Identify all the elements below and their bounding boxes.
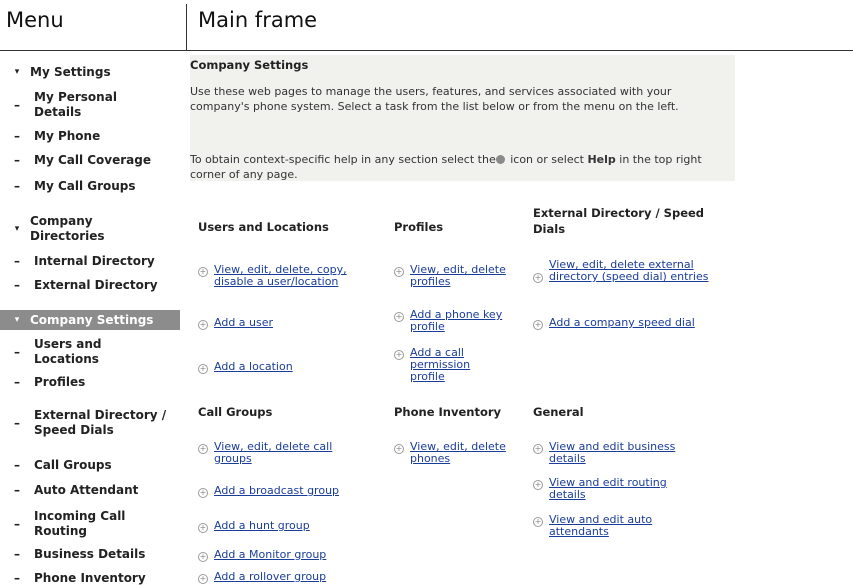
- dash-icon: –: [14, 483, 20, 497]
- menu-item-phone-inventory[interactable]: – Phone Inventory: [0, 570, 180, 586]
- section-title-phone-inventory: Phone Inventory: [394, 405, 502, 419]
- link-add-user[interactable]: + Add a user: [198, 317, 373, 330]
- dash-icon: –: [14, 375, 20, 389]
- link-view-edit-business-details[interactable]: + View and edit business details: [533, 441, 728, 465]
- menu-item-my-call-coverage[interactable]: – My Call Coverage: [0, 152, 180, 168]
- header-divider: [186, 4, 187, 50]
- link-add-rollover-group[interactable]: + Add a rollover group: [198, 571, 373, 584]
- link-view-edit-external-directory[interactable]: + View, edit, delete external directory (…: [533, 259, 728, 283]
- menu-item-internal-directory[interactable]: – Internal Directory: [0, 253, 180, 269]
- dash-icon: –: [14, 547, 20, 561]
- menu-item-company-settings[interactable]: ▾ Company Settings: [0, 310, 180, 330]
- link-view-edit-profiles[interactable]: + View, edit, delete profiles: [394, 264, 529, 288]
- link-add-monitor-group[interactable]: + Add a Monitor group: [198, 549, 373, 562]
- link-add-call-permission-profile[interactable]: + Add a call permission profile: [394, 347, 529, 383]
- section-title-profiles: Profiles: [394, 220, 444, 234]
- plus-circle-icon: +: [533, 444, 543, 454]
- intro-panel: Company Settings Use these web pages to …: [190, 55, 735, 181]
- plus-circle-icon: +: [198, 523, 208, 533]
- plus-circle-icon: +: [394, 267, 404, 277]
- dash-icon: –: [14, 129, 20, 143]
- link-view-edit-routing-details[interactable]: + View and edit routing details: [533, 477, 728, 501]
- menu-item-users-and-locations[interactable]: – Users and Locations: [0, 336, 180, 368]
- plus-circle-icon: +: [198, 364, 208, 374]
- section-title-call-groups: Call Groups: [198, 405, 273, 419]
- dash-icon: –: [14, 571, 20, 585]
- menu-item-my-phone[interactable]: – My Phone: [0, 128, 180, 144]
- page-title: Company Settings: [190, 58, 309, 72]
- plus-circle-icon: +: [198, 552, 208, 562]
- dash-icon: –: [14, 153, 20, 167]
- link-view-edit-users[interactable]: + View, edit, delete, copy, disable a use…: [198, 264, 373, 288]
- plus-circle-icon: +: [533, 273, 543, 283]
- dash-icon: –: [14, 345, 20, 359]
- menu-item-business-details[interactable]: – Business Details: [0, 546, 180, 562]
- plus-circle-icon: +: [533, 480, 543, 490]
- dash-icon: –: [14, 416, 20, 430]
- menu-item-external-directory[interactable]: – External Directory: [0, 277, 180, 293]
- intro-paragraph: Use these web pages to manage the users,…: [190, 85, 679, 113]
- link-add-company-speed-dial[interactable]: + Add a company speed dial: [533, 317, 728, 330]
- menu-item-my-call-groups[interactable]: – My Call Groups: [0, 178, 180, 194]
- dash-icon: –: [14, 254, 20, 268]
- help-icon: [495, 155, 505, 164]
- frame-header: Menu Main frame: [0, 0, 853, 51]
- link-add-location[interactable]: + Add a location: [198, 361, 373, 374]
- link-add-broadcast-group[interactable]: + Add a broadcast group: [198, 485, 373, 498]
- dash-icon: –: [14, 278, 20, 292]
- plus-circle-icon: +: [394, 350, 404, 360]
- dash-icon: –: [14, 458, 20, 472]
- menu-frame-label: Menu: [6, 8, 64, 32]
- link-view-edit-auto-attendants[interactable]: + View and edit auto attendants: [533, 514, 728, 538]
- dash-icon: –: [14, 98, 20, 112]
- menu-item-profiles[interactable]: – Profiles: [0, 374, 180, 390]
- menu-item-company-directories[interactable]: ▾ Company Directories: [0, 213, 180, 245]
- plus-circle-icon: +: [394, 444, 404, 454]
- plus-circle-icon: +: [198, 488, 208, 498]
- plus-circle-icon: +: [533, 517, 543, 527]
- link-add-hunt-group[interactable]: + Add a hunt group: [198, 520, 373, 533]
- plus-circle-icon: +: [198, 444, 208, 454]
- expand-arrow-icon: ▾: [14, 67, 20, 77]
- plus-circle-icon: +: [533, 320, 543, 330]
- plus-circle-icon: +: [198, 574, 208, 584]
- main-frame-label: Main frame: [198, 8, 318, 32]
- section-title-external-directory: External Directory / Speed Dials: [533, 206, 705, 236]
- dash-icon: –: [14, 179, 20, 193]
- dash-icon: –: [14, 517, 20, 531]
- plus-circle-icon: +: [198, 320, 208, 330]
- help-paragraph: To obtain context-specific help in any s…: [190, 153, 702, 181]
- menu-item-auto-attendant[interactable]: – Auto Attendant: [0, 482, 180, 498]
- menu-item-my-settings[interactable]: ▾ My Settings: [0, 64, 180, 80]
- section-title-general: General: [533, 405, 584, 419]
- menu-item-incoming-call-routing[interactable]: – Incoming Call Routing: [0, 508, 180, 540]
- link-add-phone-key-profile[interactable]: + Add a phone key profile: [394, 309, 529, 333]
- menu-item-call-groups[interactable]: – Call Groups: [0, 457, 180, 473]
- menu-item-my-personal-details[interactable]: – My Personal Details: [0, 89, 180, 121]
- link-view-edit-phones[interactable]: + View, edit, delete phones: [394, 441, 529, 465]
- expand-arrow-icon: ▾: [14, 224, 20, 234]
- plus-circle-icon: +: [394, 312, 404, 322]
- link-view-edit-call-groups[interactable]: + View, edit, delete call groups: [198, 441, 373, 465]
- section-title-users-locations: Users and Locations: [198, 220, 329, 234]
- expand-arrow-icon: ▾: [14, 315, 20, 325]
- menu-item-external-directory-speed-dials[interactable]: – External Directory / Speed Dials: [0, 399, 180, 447]
- plus-circle-icon: +: [198, 267, 208, 277]
